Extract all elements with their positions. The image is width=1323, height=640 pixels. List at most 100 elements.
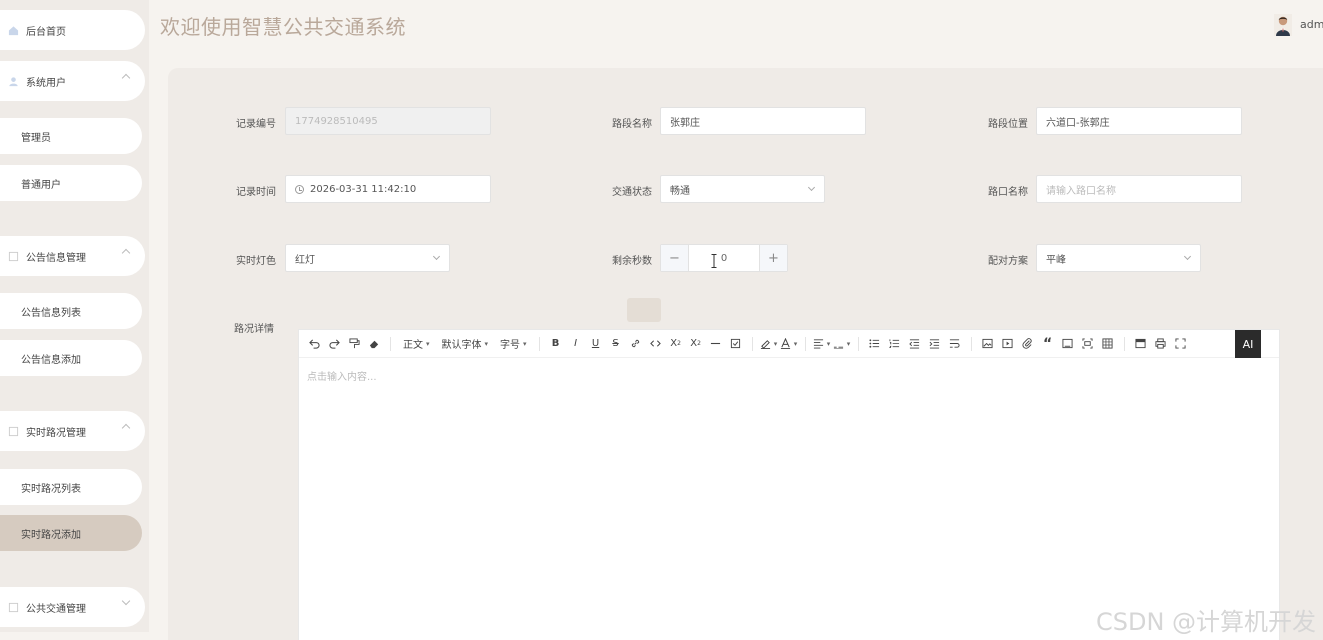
sidebar-item-system-users[interactable]: 系统用户 [0,61,145,101]
indent-increase-icon[interactable] [925,334,945,354]
text-wrap-icon[interactable] [945,334,965,354]
chevron-up-icon [121,248,131,258]
image-icon[interactable] [978,334,998,354]
record-no-label: 记录编号 [236,119,276,130]
decrement-button[interactable]: − [661,245,689,271]
road-name-value: 张郭庄 [670,117,700,129]
sidebar-item-label: 实时路况列表 [21,483,81,495]
intersection-label: 路口名称 [988,187,1028,198]
eraser-icon[interactable] [364,334,384,354]
plan-select[interactable]: 平峰 [1036,244,1201,272]
toolbar-divider [1123,336,1125,351]
code-block-icon[interactable] [1058,334,1078,354]
rich-text-editor[interactable]: 正文 默认字体 字号 B I U S X2 X2 “ [298,329,1280,640]
superscript-icon[interactable]: X2 [686,334,706,354]
chevron-up-icon [121,73,131,83]
table-icon[interactable] [1098,334,1118,354]
road-position-input[interactable]: 六道口-张郭庄 [1036,107,1242,135]
format-painter-icon[interactable] [344,334,364,354]
page-title: 欢迎使用智慧公共交通系统 [160,15,406,39]
sidebar-item-label: 公告信息管理 [26,252,86,264]
traffic-status-value: 畅通 [670,185,690,197]
traffic-status-label: 交通状态 [612,187,652,198]
record-time-label: 记录时间 [236,187,276,198]
sidebar-item-notice-mgmt[interactable]: 公告信息管理 [0,236,145,276]
sidebar-item-label: 公告信息列表 [21,307,81,319]
tooltip [627,298,661,322]
increment-button[interactable]: + [759,245,787,271]
italic-icon[interactable]: I [566,334,586,354]
horizontal-rule-icon[interactable] [706,334,726,354]
font-size-dropdown[interactable]: 字号 [494,334,533,354]
home-icon [8,25,19,35]
highlight-color-icon[interactable] [759,334,779,354]
watermark: CSDN @计算机开发 [1096,608,1317,636]
sidebar-item-label: 后台首页 [26,26,66,38]
sidebar-item-transit-mgmt[interactable]: 公共交通管理 [0,587,145,627]
traffic-status-select[interactable]: 畅通 [660,175,825,203]
sidebar-subitem-normal-user[interactable]: 普通用户 [0,165,142,201]
sidebar-subitem-notice-add[interactable]: 公告信息添加 [0,340,142,376]
redo-icon[interactable] [324,334,344,354]
light-color-value: 红灯 [295,254,315,266]
container-icon[interactable] [1078,334,1098,354]
toolbar-divider [751,336,753,351]
video-icon[interactable] [998,334,1018,354]
chevron-down-icon [432,252,441,261]
line-height-icon[interactable] [832,334,852,354]
light-color-select[interactable]: 红灯 [285,244,450,272]
quote-icon[interactable]: “ [1038,334,1058,354]
remaining-seconds-stepper[interactable]: − 0 + [660,244,788,272]
numbered-list-icon[interactable] [885,334,905,354]
user-icon [9,76,18,86]
code-icon[interactable] [646,334,666,354]
toolbar-divider [538,336,540,351]
attachment-icon[interactable] [1018,334,1038,354]
toolbar-divider [804,336,806,351]
toolbar-divider [857,336,859,351]
avatar[interactable] [1274,14,1292,36]
todo-checkbox-icon[interactable] [726,334,746,354]
record-time-value: 2026-03-31 11:42:10 [310,183,417,195]
paragraph-dropdown[interactable]: 正文 [397,334,436,354]
bullet-list-icon[interactable] [865,334,885,354]
indent-decrease-icon[interactable] [905,334,925,354]
username[interactable]: admin [1300,18,1323,31]
sidebar-item-label: 系统用户 [26,77,66,89]
toolbar-divider [390,336,391,351]
sidebar-subitem-admin[interactable]: 管理员 [0,118,142,154]
sidebar-subitem-traffic-list[interactable]: 实时路况列表 [0,469,142,505]
road-name-input[interactable]: 张郭庄 [660,107,866,135]
ai-button[interactable]: AI [1235,330,1261,358]
font-color-icon[interactable] [779,334,799,354]
sidebar-subitem-notice-list[interactable]: 公告信息列表 [0,293,142,329]
intersection-input[interactable]: 请输入路口名称 [1036,175,1242,203]
align-icon[interactable] [812,334,832,354]
sidebar-item-label: 管理员 [21,132,51,144]
remaining-seconds-value[interactable]: 0 [689,245,759,271]
sidebar-subitem-traffic-add[interactable]: 实时路况添加 [0,515,142,551]
intersection-placeholder: 请输入路口名称 [1046,185,1116,197]
editor-placeholder[interactable]: 点击输入内容... [307,368,377,383]
detail-label: 路况详情 [234,324,274,335]
subscript-icon[interactable]: X2 [666,334,686,354]
sidebar-item-home[interactable]: 后台首页 [0,10,145,50]
sidebar-item-label: 公共交通管理 [26,603,86,615]
fullscreen-icon[interactable] [1171,334,1191,354]
sidebar: 后台首页 系统用户 管理员 普通用户 公告信息管理 公告信息列表 公告信息添加 … [0,0,149,632]
clock-icon [295,184,304,194]
bold-icon[interactable]: B [546,334,566,354]
road-name-label: 路段名称 [612,119,652,130]
sidebar-item-label: 公告信息添加 [21,354,81,366]
record-time-picker[interactable]: 2026-03-31 11:42:10 [285,175,491,203]
html-source-icon[interactable] [1131,334,1151,354]
link-icon[interactable] [626,334,646,354]
print-icon[interactable] [1151,334,1171,354]
chevron-down-icon [1183,252,1192,261]
undo-icon[interactable] [304,334,324,354]
font-family-dropdown[interactable]: 默认字体 [436,334,495,354]
strikethrough-icon[interactable]: S [606,334,626,354]
plan-value: 平峰 [1046,254,1066,266]
underline-icon[interactable]: U [586,334,606,354]
sidebar-item-traffic-mgmt[interactable]: 实时路况管理 [0,411,145,451]
